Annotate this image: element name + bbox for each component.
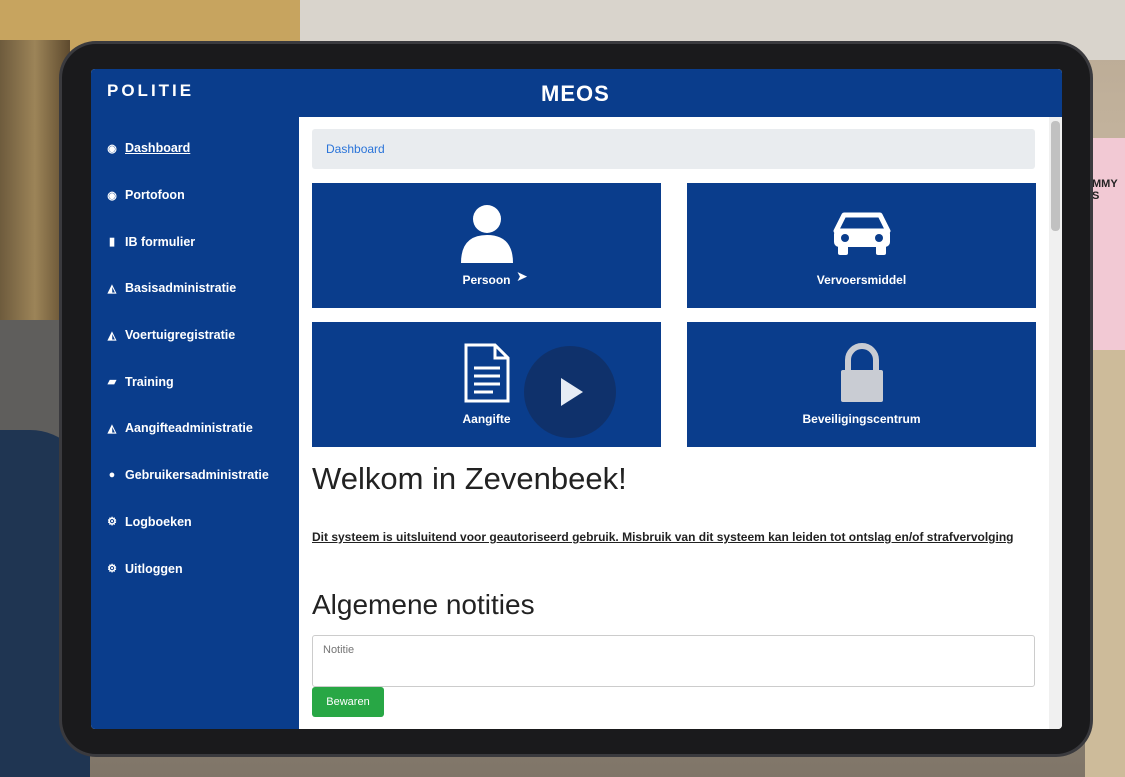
background-id-card: MMY S <box>1088 138 1125 350</box>
sidebar-item-aangifteadministratie[interactable]: ◭ Aangifteadministratie <box>91 405 299 452</box>
scrollbar-thumb[interactable] <box>1051 121 1060 231</box>
tile-label: Persoon <box>462 273 511 287</box>
sidebar-item-label: Basisadministratie <box>125 281 237 296</box>
notes-textarea[interactable] <box>312 635 1035 687</box>
mouse-cursor-icon: ➤ <box>516 268 528 284</box>
sidebar-item-uitloggen[interactable]: ⚙ Uitloggen <box>91 545 299 592</box>
cogs-icon: ⚙ <box>107 516 117 529</box>
sidebar-nav: ◉ Dashboard ◉ Portofoon ▮ IB formulier ◭… <box>91 125 299 592</box>
politie-logo[interactable]: POLITIE <box>107 81 194 101</box>
sidebar-item-label: Gebruikersadministratie <box>125 468 269 483</box>
background-palm-tree <box>0 40 70 320</box>
app-title: MEOS <box>541 81 610 106</box>
cogs-icon: ⚙ <box>107 563 117 576</box>
dashboard-icon: ◉ <box>107 189 117 202</box>
tile-vervoersmiddel[interactable]: Vervoersmiddel <box>687 183 1036 308</box>
scrollbar[interactable] <box>1049 117 1062 729</box>
tile-beveiligingscentrum[interactable]: Beveiligingscentrum <box>687 322 1036 447</box>
sidebar-item-basisadministratie[interactable]: ◭ Basisadministratie <box>91 265 299 312</box>
sidebar-item-label: Training <box>125 374 174 389</box>
lock-icon <box>687 340 1036 406</box>
area-chart-icon: ◭ <box>107 282 117 295</box>
sidebar-item-label: IB formulier <box>125 234 196 249</box>
user-icon: ● <box>108 469 116 482</box>
tile-label: Vervoersmiddel <box>816 273 907 287</box>
sidebar-item-dashboard[interactable]: ◉ Dashboard <box>91 125 299 172</box>
car-icon <box>687 201 1036 267</box>
sidebar-item-training[interactable]: ▰ Training <box>91 358 299 405</box>
save-button[interactable]: Bewaren <box>312 687 384 717</box>
background-sand <box>1085 350 1125 777</box>
video-play-icon[interactable] <box>524 346 616 438</box>
main-content: Dashboard Persoon Vervoersmiddel Aangift… <box>299 117 1049 729</box>
sidebar-item-portofoon[interactable]: ◉ Portofoon <box>91 172 299 219</box>
sidebar-item-label: Logboeken <box>125 514 192 529</box>
breadcrumb[interactable]: Dashboard <box>312 129 1035 169</box>
background-card-text: MMY S <box>1092 178 1118 202</box>
book-icon: ▰ <box>107 376 117 389</box>
sidebar-item-gebruikersadministratie[interactable]: ● Gebruikersadministratie <box>91 452 299 499</box>
file-icon: ▮ <box>108 236 116 249</box>
sidebar-item-logboeken[interactable]: ⚙ Logboeken <box>91 499 299 546</box>
sidebar-item-label: Uitloggen <box>125 561 183 576</box>
sidebar-item-label: Aangifteadministratie <box>125 421 253 436</box>
sidebar-item-label: Voertuigregistratie <box>125 328 236 343</box>
person-icon <box>312 201 661 267</box>
sidebar-item-ib-formulier[interactable]: ▮ IB formulier <box>91 218 299 265</box>
tile-persoon[interactable]: Persoon <box>312 183 661 308</box>
tile-label: Beveiligingscentrum <box>802 412 921 426</box>
welcome-heading: Welkom in Zevenbeek! <box>312 461 627 496</box>
top-bar: POLITIE MEOS <box>91 69 1062 117</box>
breadcrumb-item[interactable]: Dashboard <box>326 142 385 156</box>
sidebar-item-voertuigregistratie[interactable]: ◭ Voertuigregistratie <box>91 312 299 359</box>
sidebar-item-label: Portofoon <box>125 188 185 203</box>
area-chart-icon: ◭ <box>107 329 117 342</box>
notes-heading: Algemene notities <box>312 589 535 620</box>
sidebar-item-label: Dashboard <box>125 141 191 156</box>
dashboard-icon: ◉ <box>107 142 117 155</box>
area-chart-icon: ◭ <box>107 422 117 435</box>
usage-notice: Dit systeem is uitsluitend voor geautori… <box>312 530 1014 544</box>
